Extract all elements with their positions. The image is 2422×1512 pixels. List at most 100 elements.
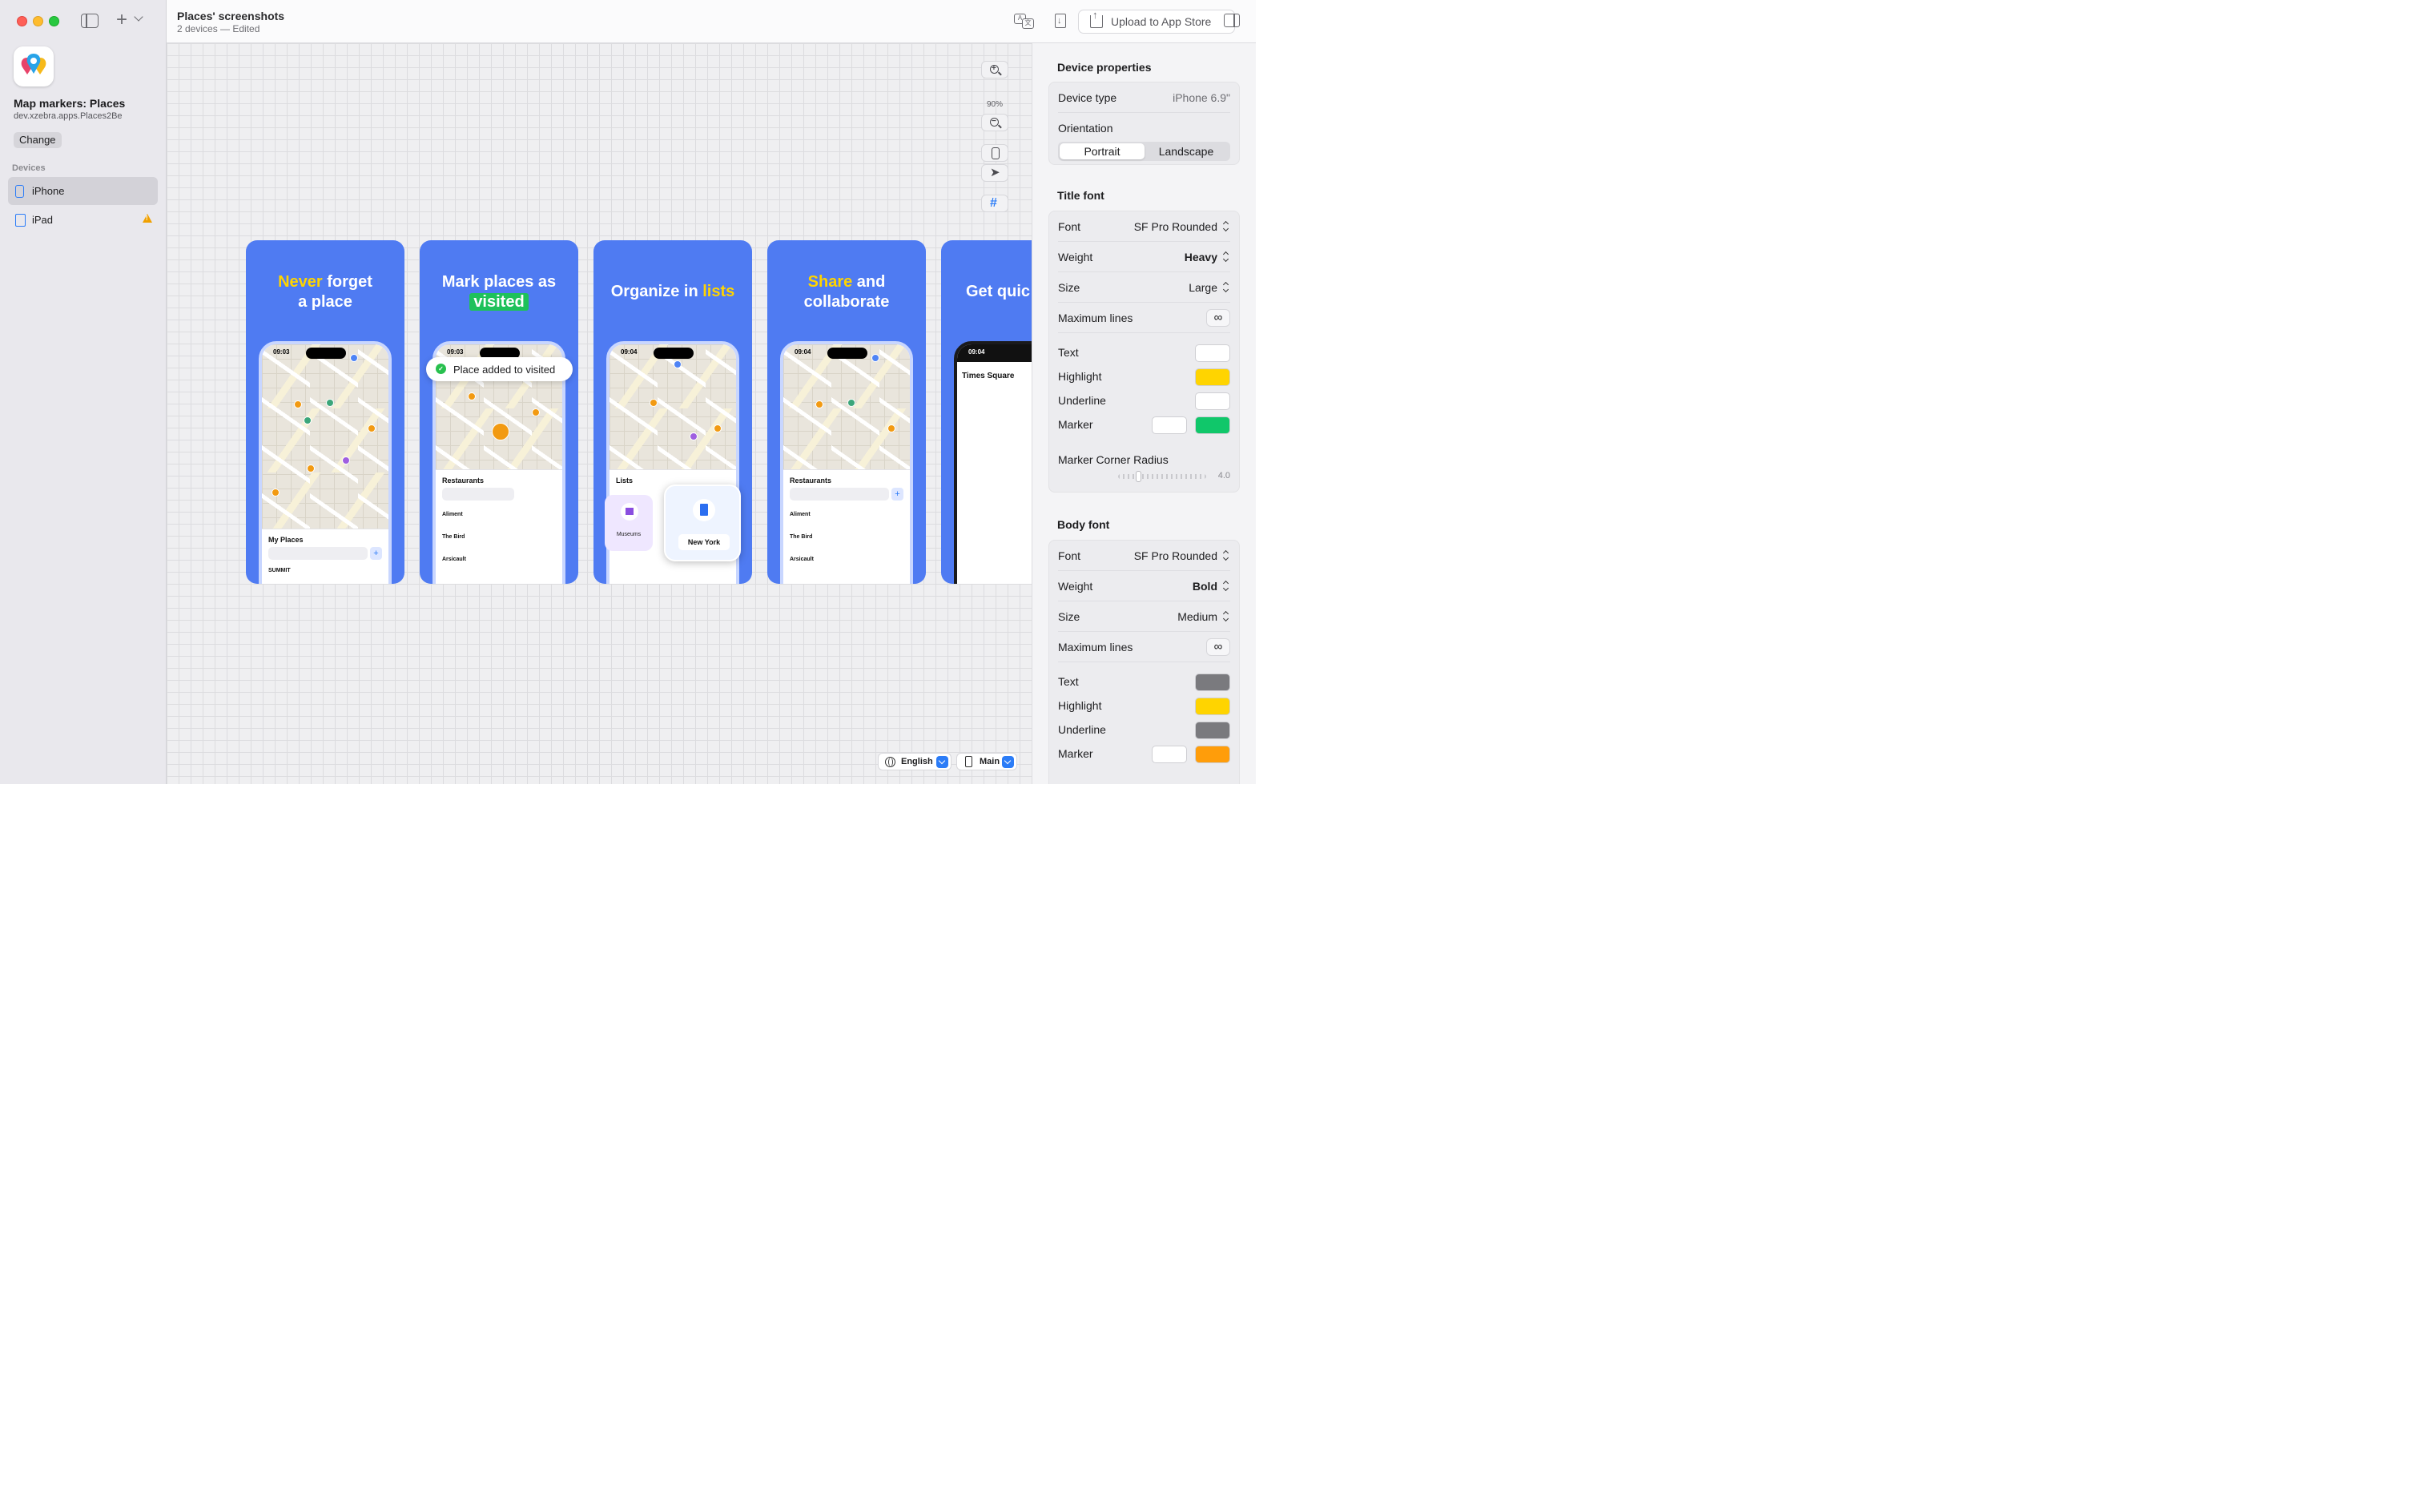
- zoom-out-button[interactable]: −: [981, 114, 1008, 131]
- zoom-window-button[interactable]: [49, 16, 59, 26]
- change-app-button[interactable]: Change: [14, 132, 62, 148]
- variant-selector[interactable]: Main: [956, 753, 1017, 770]
- font-value: SF Pro Rounded: [1133, 220, 1217, 233]
- corner-radius-slider[interactable]: [1118, 474, 1206, 479]
- screenshot-card[interactable]: Organize in lists 09:04 Lists Museums Ne…: [593, 240, 752, 584]
- sidebar-item-ipad[interactable]: iPad: [8, 206, 158, 234]
- card-title-text: and: [852, 273, 886, 291]
- highlight-color-swatch[interactable]: [1195, 698, 1230, 715]
- corner-radius-slider-knob[interactable]: [1136, 471, 1141, 482]
- phone-mockup: 09:04 Times Square: [954, 341, 1032, 584]
- orientation-portrait-option[interactable]: Portrait: [1060, 143, 1145, 159]
- list-tile: Museums: [605, 495, 653, 551]
- map-pin: [326, 399, 334, 407]
- sheet-title: Restaurants: [790, 477, 832, 485]
- dynamic-island: [654, 348, 694, 359]
- device-type-label: Device type: [1058, 91, 1117, 104]
- body-font-row[interactable]: Font SF Pro Rounded: [1058, 541, 1230, 571]
- card-title-highlight: Share: [807, 273, 853, 291]
- download-icon[interactable]: ↓: [1052, 13, 1072, 30]
- title-font-header: Title font: [1057, 189, 1104, 202]
- title-size-row[interactable]: Size Large: [1058, 272, 1230, 303]
- card-title-text: a place: [298, 293, 352, 311]
- map-pin: [350, 354, 358, 362]
- rotate-device-button[interactable]: [981, 144, 1008, 162]
- map-pin: [294, 400, 302, 408]
- phone-mockup: 09:03 My Places + SUMMIT: [259, 341, 392, 584]
- screenshot-card[interactable]: Never forget a place 09:03 My Places + S…: [246, 240, 404, 584]
- close-window-button[interactable]: [17, 16, 27, 26]
- grid-toggle-button[interactable]: #: [981, 195, 1008, 212]
- sheet-title: Restaurants: [442, 477, 485, 485]
- text-color-label: Text: [1058, 346, 1079, 359]
- title-weight-row[interactable]: Weight Heavy: [1058, 242, 1230, 272]
- card-title-text: Get quic: [966, 283, 1031, 300]
- max-lines-infinity-button[interactable]: ∞: [1206, 638, 1230, 656]
- device-type-row: Device type iPhone 6.9": [1058, 82, 1230, 113]
- title-text-color-row: Text: [1058, 341, 1230, 365]
- list-item: SUMMIT: [268, 568, 291, 573]
- devices-section-header: Devices: [12, 163, 46, 173]
- marker-color-swatch-2[interactable]: [1195, 416, 1230, 434]
- museum-icon: [621, 503, 638, 521]
- orientation-landscape-option[interactable]: Landscape: [1144, 143, 1229, 159]
- orientation-label: Orientation: [1058, 122, 1113, 135]
- marker-color-swatch-1[interactable]: [1152, 416, 1187, 434]
- screenshot-card[interactable]: Get quic 09:04 Times Square: [941, 240, 1032, 584]
- zoom-level: 90%: [986, 100, 1003, 109]
- text-color-swatch[interactable]: [1195, 344, 1230, 362]
- warning-icon: [143, 214, 152, 223]
- marker-color-swatch-1[interactable]: [1152, 746, 1187, 763]
- location-button[interactable]: ➤: [981, 164, 1008, 182]
- weight-value: Heavy: [1184, 251, 1217, 263]
- variant-label: Main: [980, 757, 1000, 766]
- zoom-in-button[interactable]: +: [981, 61, 1008, 78]
- globe-icon: [885, 757, 895, 767]
- screenshot-card[interactable]: Mark places as visited 09:03 Restaurants…: [420, 240, 578, 584]
- screenshot-card[interactable]: Share and collaborate 09:04 Restaurants …: [767, 240, 926, 584]
- body-font-group: Font SF Pro Rounded Weight Bold Size Med…: [1048, 540, 1240, 784]
- title-highlight-color-row: Highlight: [1058, 365, 1230, 389]
- building-icon: [693, 499, 715, 521]
- place-title: Times Square: [962, 372, 1015, 380]
- bottom-sheet: Restaurants Aliment The Bird Arsicault: [436, 469, 562, 584]
- sidebar-toggle-icon[interactable]: [81, 14, 99, 28]
- sidebar: + Map markers: Places dev.xzebra.apps.Pl…: [0, 0, 167, 784]
- highlight-color-swatch[interactable]: [1195, 368, 1230, 386]
- card-title-highlight: Never: [278, 273, 323, 291]
- body-highlight-color-row: Highlight: [1058, 694, 1230, 718]
- title-font-group: Font SF Pro Rounded Weight Heavy Size La…: [1048, 211, 1240, 493]
- share-icon: [1090, 9, 1103, 28]
- text-color-swatch[interactable]: [1195, 674, 1230, 691]
- title-font-row[interactable]: Font SF Pro Rounded: [1058, 211, 1230, 242]
- card-title: Organize in lists: [593, 272, 752, 300]
- device-icon: [965, 756, 972, 767]
- map-pin: [650, 399, 658, 407]
- language-selector[interactable]: English: [878, 753, 952, 770]
- card-title-text: Organize in: [610, 283, 703, 300]
- document-title: Places' screenshots: [177, 10, 285, 22]
- minimize-window-button[interactable]: [33, 16, 43, 26]
- search-field: [790, 488, 889, 501]
- upload-to-app-store-button[interactable]: Upload to App Store: [1078, 9, 1235, 34]
- canvas[interactable]: + 90% − ➤ # Never forget a place 09:03 M…: [167, 43, 1032, 784]
- card-title-text: Mark places as: [441, 273, 557, 291]
- phone-time: 09:04: [795, 348, 811, 356]
- chevron-up-down-icon: [1221, 580, 1230, 593]
- underline-color-swatch[interactable]: [1195, 722, 1230, 739]
- body-size-row[interactable]: Size Medium: [1058, 601, 1230, 632]
- card-title: Get quic: [966, 272, 1032, 300]
- body-weight-row[interactable]: Weight Bold: [1058, 571, 1230, 601]
- card-title-highlight: lists: [702, 283, 735, 300]
- card-title: Mark places as visited: [420, 272, 578, 312]
- font-value: SF Pro Rounded: [1133, 549, 1217, 562]
- sidebar-item-iphone[interactable]: iPhone: [8, 177, 158, 205]
- marker-color-swatch-2[interactable]: [1195, 746, 1230, 763]
- translate-icon[interactable]: A文: [1014, 13, 1034, 30]
- add-icon[interactable]: +: [116, 10, 127, 30]
- max-lines-infinity-button[interactable]: ∞: [1206, 309, 1230, 327]
- chevron-down-icon[interactable]: [134, 12, 143, 22]
- underline-color-swatch[interactable]: [1195, 392, 1230, 410]
- inspector-toggle-icon[interactable]: [1224, 14, 1240, 27]
- app-icon: [14, 46, 54, 86]
